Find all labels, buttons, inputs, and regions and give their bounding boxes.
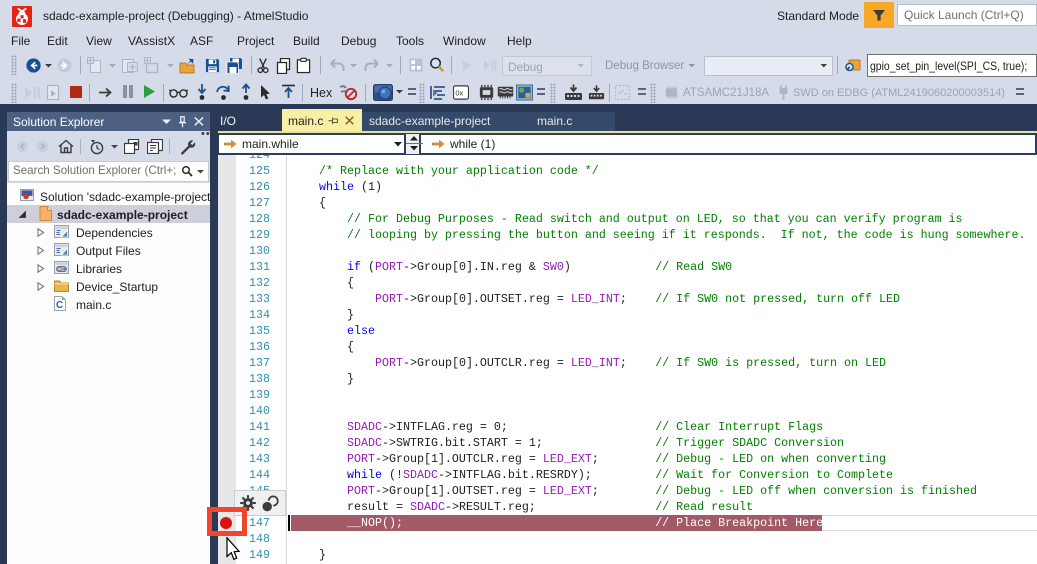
svg-text:0x: 0x (455, 88, 463, 97)
